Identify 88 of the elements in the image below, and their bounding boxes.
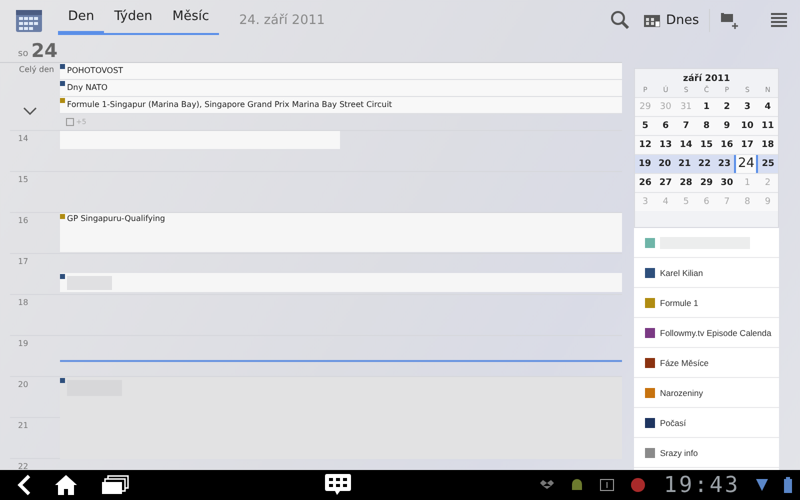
calendar-name: Narozeniny bbox=[660, 388, 703, 398]
calendar-name: Followmy.tv Episode Calenda bbox=[660, 328, 772, 338]
calendar-day[interactable]: 1 bbox=[696, 98, 717, 116]
home-icon[interactable] bbox=[54, 474, 78, 496]
back-icon[interactable] bbox=[16, 474, 32, 496]
calendar-day[interactable]: 22 bbox=[694, 155, 714, 173]
calendar-day[interactable]: 24 bbox=[734, 155, 758, 173]
wifi-icon bbox=[756, 478, 768, 492]
calendar-day[interactable]: 21 bbox=[674, 155, 695, 173]
calendar-day[interactable]: 28 bbox=[676, 174, 696, 192]
date-title: 24. září 2011 bbox=[239, 12, 325, 28]
hour-label: 15 bbox=[17, 174, 30, 186]
hour-label: 20 bbox=[17, 379, 30, 391]
checkbox-icon[interactable] bbox=[66, 118, 74, 126]
event-block[interactable]: GP Singapuru-Qualifying bbox=[60, 213, 622, 252]
calendar-day[interactable]: 23 bbox=[714, 155, 734, 173]
calendar-day[interactable]: 19 bbox=[635, 155, 655, 173]
view-tab[interactable]: Den bbox=[58, 5, 104, 35]
calendar-day[interactable]: 10 bbox=[737, 117, 758, 135]
calendar-day[interactable]: 8 bbox=[696, 117, 717, 135]
calendar-list-item[interactable]: Followmy.tv Episode Calenda bbox=[634, 318, 779, 348]
calendar-list-item[interactable]: Karel Kilian bbox=[634, 258, 779, 288]
calendar-day[interactable]: 29 bbox=[696, 174, 717, 192]
calendar-name: Počasí bbox=[660, 418, 686, 428]
day-number: 24 bbox=[31, 40, 58, 62]
calendar-day[interactable]: 4 bbox=[758, 98, 778, 116]
all-day-event[interactable]: POHOTOVOST bbox=[60, 63, 622, 80]
event-title: Dny NATO bbox=[67, 82, 108, 94]
calendar-day[interactable]: 25 bbox=[758, 155, 778, 173]
calendar-list-item[interactable]: Fáze Měsíce bbox=[634, 348, 779, 378]
calendar-day[interactable]: 2 bbox=[716, 98, 738, 116]
calendar-app-icon[interactable] bbox=[15, 7, 43, 33]
android-icon bbox=[570, 477, 584, 493]
month-title: září 2011 bbox=[682, 72, 732, 86]
calendar-day[interactable]: 6 bbox=[655, 117, 676, 135]
keyboard-icon[interactable] bbox=[324, 473, 352, 497]
calendar-icon bbox=[644, 13, 660, 27]
calendar-day[interactable]: 13 bbox=[655, 136, 676, 154]
calendar-list-item[interactable]: Srazy info bbox=[634, 438, 779, 468]
calendar-day[interactable]: 26 bbox=[635, 174, 656, 192]
all-day-event[interactable]: Dny NATO bbox=[60, 80, 622, 97]
battery-icon bbox=[784, 477, 792, 493]
menu-icon[interactable] bbox=[770, 12, 788, 28]
calendar-day[interactable]: 3 bbox=[737, 98, 758, 116]
hour-label: 19 bbox=[17, 338, 30, 350]
chevron-down-icon[interactable] bbox=[23, 107, 37, 115]
recent-apps-icon[interactable] bbox=[100, 475, 130, 495]
calendar-list-item[interactable]: Počasí bbox=[634, 408, 779, 438]
calendar-day[interactable]: 12 bbox=[635, 136, 656, 154]
hour-label: 17 bbox=[17, 256, 30, 268]
calendar-day[interactable]: 11 bbox=[758, 117, 778, 135]
view-tab[interactable]: Týden bbox=[104, 5, 162, 35]
calendar-name: Karel Kilian bbox=[660, 268, 703, 278]
calendar-day[interactable]: 16 bbox=[716, 136, 738, 154]
event-title: POHOTOVOST bbox=[67, 65, 124, 77]
calendar-name: Fáze Měsíce bbox=[660, 358, 709, 368]
calendar-list-item[interactable]: Narozeniny bbox=[634, 378, 779, 408]
calendar-day[interactable]: 27 bbox=[655, 174, 676, 192]
calendar-day[interactable]: 17 bbox=[737, 136, 758, 154]
calendar-name: Formule 1 bbox=[660, 298, 698, 308]
event-title: Formule 1-Singapur (Marina Bay), Singapore Grand Prix Marina Bay Street Circuit bbox=[67, 99, 392, 111]
weekday-label: so bbox=[18, 49, 28, 59]
event-title: GP Singapuru-Qualifying bbox=[67, 213, 166, 225]
calendar-day[interactable]: 18 bbox=[758, 136, 778, 154]
calendar-day[interactable]: 5 bbox=[635, 117, 656, 135]
calendar-day[interactable]: 14 bbox=[676, 136, 696, 154]
calendar-day[interactable]: 9 bbox=[716, 117, 738, 135]
today-button[interactable]: Dnes bbox=[640, 8, 710, 32]
clock: 19:43 bbox=[664, 472, 740, 498]
hour-label: 22 bbox=[17, 461, 30, 470]
all-day-event[interactable]: Formule 1-Singapur (Marina Bay), Singapore Grand Prix Marina Bay Street Circuit bbox=[60, 97, 622, 114]
hour-label: 18 bbox=[17, 297, 30, 309]
status-circle-icon bbox=[630, 477, 646, 493]
hour-label: 21 bbox=[17, 420, 30, 432]
search-icon[interactable] bbox=[610, 10, 630, 30]
dropbox-icon bbox=[540, 479, 554, 491]
calendar-day[interactable]: 20 bbox=[654, 155, 675, 173]
new-event-icon[interactable] bbox=[720, 11, 740, 29]
hour-label: 16 bbox=[17, 215, 30, 227]
view-tab[interactable]: Měsíc bbox=[162, 5, 220, 35]
calendar-day[interactable]: 15 bbox=[696, 136, 717, 154]
calendar-list-item[interactable]: Formule 1 bbox=[634, 288, 779, 318]
calendar-day[interactable]: 7 bbox=[676, 117, 696, 135]
hour-label: 14 bbox=[17, 133, 30, 145]
calendar-name: Srazy info bbox=[660, 448, 698, 458]
calendar-notification-icon bbox=[600, 479, 614, 491]
all-day-label: Celý den bbox=[18, 64, 54, 74]
calendar-day[interactable]: 30 bbox=[716, 174, 738, 192]
